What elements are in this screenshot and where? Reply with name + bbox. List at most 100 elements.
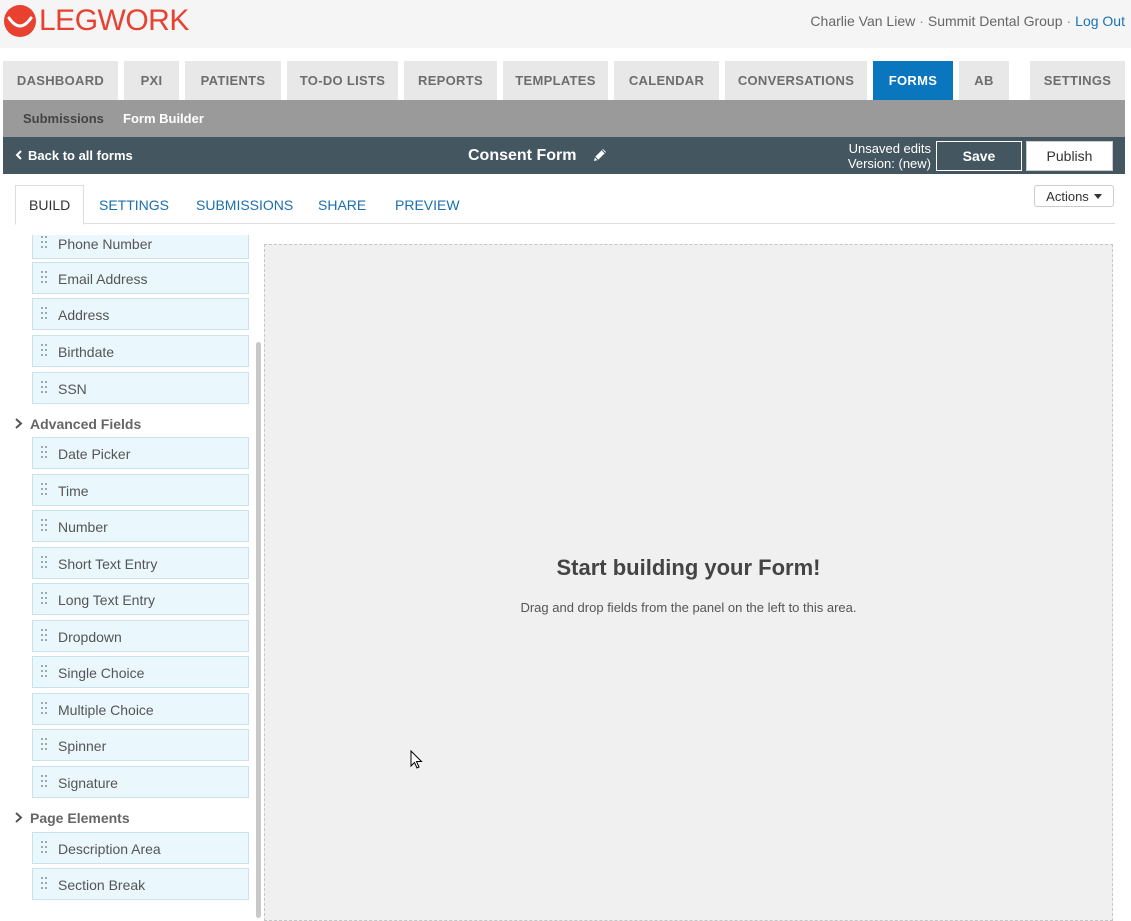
field-single-choice[interactable]: Single Choice xyxy=(32,656,249,688)
field-label: Phone Number xyxy=(58,236,153,252)
nav-tab-pxi[interactable]: PXI xyxy=(124,61,179,100)
version-text: Version: (new) xyxy=(847,156,931,171)
nav-tab-calendar[interactable]: CALENDAR xyxy=(614,61,719,100)
tab-submissions[interactable]: SUBMISSIONS xyxy=(196,185,293,224)
main-nav: DASHBOARD PXI PATIENTS TO-DO LISTS REPOR… xyxy=(0,61,1131,100)
tab-preview[interactable]: PREVIEW xyxy=(395,185,460,224)
back-label: Back to all forms xyxy=(28,148,133,163)
drag-handle-icon xyxy=(41,271,47,287)
field-label: Dropdown xyxy=(58,629,122,645)
field-number[interactable]: Number xyxy=(32,510,249,542)
nav-tab-templates[interactable]: TEMPLATES xyxy=(503,61,608,100)
drag-handle-icon xyxy=(41,629,47,645)
nav-tab-todo-lists[interactable]: TO-DO LISTS xyxy=(287,61,398,100)
drag-handle-icon xyxy=(41,877,47,893)
field-time[interactable]: Time xyxy=(32,474,249,506)
separator: · xyxy=(919,13,924,29)
save-button[interactable]: Save xyxy=(936,141,1022,171)
canvas-title: Start building your Form! xyxy=(556,555,821,580)
drag-handle-icon xyxy=(41,702,47,718)
mouse-cursor-icon xyxy=(410,750,423,769)
nav-tab-dashboard[interactable]: DASHBOARD xyxy=(3,61,118,100)
drag-handle-icon xyxy=(41,236,47,252)
unsaved-edits-text: Unsaved edits xyxy=(848,141,931,156)
drag-handle-icon xyxy=(41,381,47,397)
separator: · xyxy=(1066,13,1072,29)
drag-handle-icon xyxy=(41,483,47,499)
chevron-right-icon xyxy=(15,418,23,429)
field-label: Single Choice xyxy=(58,665,145,681)
field-birthdate[interactable]: Birthdate xyxy=(32,335,249,367)
section-label: Page Elements xyxy=(30,810,130,826)
top-header: LEGWORK Charlie Van Liew · Summit Dental G… xyxy=(0,0,1131,48)
tab-build[interactable]: BUILD xyxy=(15,185,85,225)
nav-tab-ab[interactable]: AB xyxy=(959,61,1009,100)
field-section-break[interactable]: Section Break xyxy=(32,868,249,900)
field-label: Section Break xyxy=(58,877,146,893)
logo-icon xyxy=(4,5,36,37)
drag-handle-icon xyxy=(41,775,47,791)
field-label: Address xyxy=(58,307,110,323)
field-phone-number[interactable]: Phone Number xyxy=(32,235,249,259)
drag-handle-icon xyxy=(41,738,47,754)
field-dropdown[interactable]: Dropdown xyxy=(32,620,249,652)
field-panel[interactable]: Phone Number Email Address Address Birth… xyxy=(0,235,262,921)
section-page-elements[interactable]: Page Elements xyxy=(14,810,130,826)
nav-tab-patients[interactable]: PATIENTS xyxy=(185,61,281,100)
drag-handle-icon xyxy=(41,841,47,857)
field-ssn[interactable]: SSN xyxy=(32,372,249,404)
chevron-right-icon xyxy=(15,812,23,823)
logo-text: LEGWORK xyxy=(39,4,189,37)
drag-handle-icon xyxy=(41,307,47,323)
publish-button[interactable]: Publish xyxy=(1026,141,1113,171)
field-signature[interactable]: Signature xyxy=(32,766,249,798)
field-multiple-choice[interactable]: Multiple Choice xyxy=(32,693,249,725)
sub-nav: Submissions Form Builder xyxy=(3,100,1125,137)
form-canvas-dropzone[interactable]: Start building your Form! Drag and drop … xyxy=(264,244,1113,921)
caret-down-icon xyxy=(1093,193,1102,199)
save-status: Unsaved edits Version: (new) xyxy=(841,141,931,171)
tab-settings[interactable]: SETTINGS xyxy=(99,185,169,224)
field-label: Date Picker xyxy=(58,446,131,462)
legwork-logo[interactable]: LEGWORK xyxy=(3,4,189,38)
field-spinner[interactable]: Spinner xyxy=(32,729,249,761)
field-label: SSN xyxy=(58,381,87,397)
field-description-area[interactable]: Description Area xyxy=(32,832,249,864)
subnav-submissions[interactable]: Submissions xyxy=(23,111,104,126)
chevron-left-icon xyxy=(15,150,22,160)
canvas-subtitle: Drag and drop fields from the panel on t… xyxy=(520,600,857,615)
drag-handle-icon xyxy=(41,344,47,360)
pencil-icon[interactable] xyxy=(592,147,608,163)
nav-tab-conversations[interactable]: CONVERSATIONS xyxy=(725,61,867,100)
form-title: Consent Form xyxy=(468,147,577,164)
drag-handle-icon xyxy=(41,446,47,462)
logout-link[interactable]: Log Out xyxy=(1075,13,1125,29)
field-address[interactable]: Address xyxy=(32,298,249,330)
drag-handle-icon xyxy=(41,665,47,681)
nav-tab-forms[interactable]: FORMS xyxy=(873,61,953,100)
field-date-picker[interactable]: Date Picker xyxy=(32,437,249,469)
actions-dropdown[interactable]: Actions xyxy=(1034,185,1114,207)
field-email-address[interactable]: Email Address xyxy=(32,262,249,294)
field-label: Long Text Entry xyxy=(58,592,156,608)
org-name: Summit Dental Group xyxy=(927,13,1063,29)
nav-tab-settings[interactable]: SETTINGS xyxy=(1030,61,1125,100)
field-label: Spinner xyxy=(58,738,107,754)
field-label: Multiple Choice xyxy=(58,702,154,718)
actions-label: Actions xyxy=(1046,188,1089,204)
section-advanced-fields[interactable]: Advanced Fields xyxy=(14,416,141,432)
tab-share[interactable]: SHARE xyxy=(318,185,366,224)
field-label: Email Address xyxy=(58,271,148,287)
subnav-form-builder[interactable]: Form Builder xyxy=(123,111,204,126)
panel-scrollbar[interactable] xyxy=(256,342,261,918)
user-info: Charlie Van Liew · Summit Dental Group · Log… xyxy=(810,13,1125,29)
field-long-text-entry[interactable]: Long Text Entry xyxy=(32,583,249,615)
section-label: Advanced Fields xyxy=(30,416,142,432)
user-name: Charlie Van Liew xyxy=(810,13,916,29)
nav-tab-reports[interactable]: REPORTS xyxy=(404,61,497,100)
back-to-forms-link[interactable]: Back to all forms xyxy=(15,148,133,163)
field-label: Description Area xyxy=(58,841,161,857)
field-label: Signature xyxy=(58,775,118,791)
form-toolbar: Back to all forms Consent Form Unsaved e… xyxy=(3,137,1125,174)
field-short-text-entry[interactable]: Short Text Entry xyxy=(32,547,249,579)
